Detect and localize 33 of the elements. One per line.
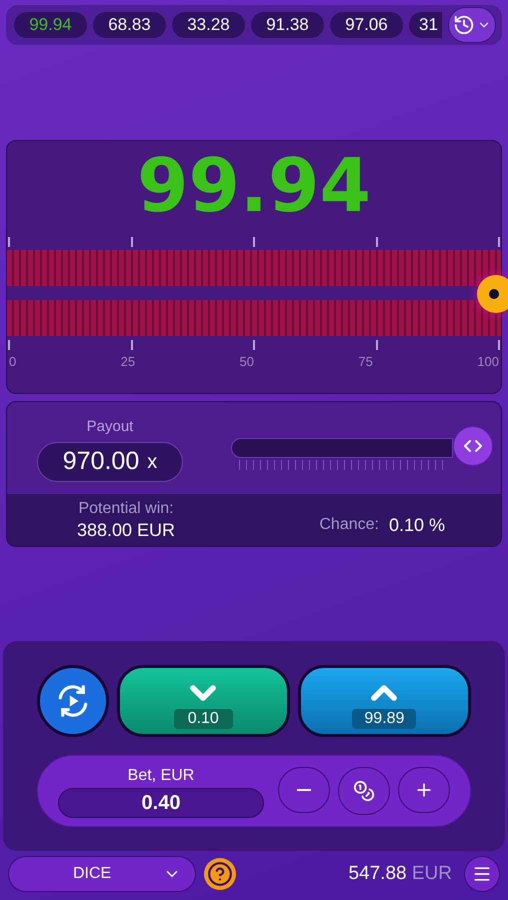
history-result: 68.83 xyxy=(93,12,166,38)
result-value: 99.94 xyxy=(136,149,372,223)
scale-label: 25 xyxy=(120,353,136,371)
history-result: 99.94 xyxy=(14,12,87,38)
history-result: 33.28 xyxy=(172,12,245,38)
potential-win-label: Potential win: xyxy=(78,498,174,519)
menu-button[interactable] xyxy=(464,856,500,892)
chance-label: Chance: xyxy=(319,515,379,535)
potential-win-value: 388.00 EUR xyxy=(77,518,176,542)
history-result: 91.38 xyxy=(251,12,324,38)
scale-label: 100 xyxy=(477,353,499,371)
history-dropdown-button[interactable] xyxy=(448,7,496,43)
scale-label: 50 xyxy=(240,353,254,371)
history-icon xyxy=(453,14,475,36)
help-icon xyxy=(207,861,233,887)
payout-field[interactable]: 970.00 x xyxy=(37,442,183,482)
scale-label: 0 xyxy=(9,353,16,371)
roll-under-button[interactable]: 0.10 xyxy=(116,665,290,737)
history-result: 31 xyxy=(409,12,442,38)
balance: 547.88 EUR xyxy=(348,862,452,886)
bet-amount-button[interactable] xyxy=(338,767,390,815)
chance-value: 0.10 % xyxy=(388,514,445,536)
bet-field[interactable]: 0.40 xyxy=(58,788,264,818)
history-result: 97.06 xyxy=(330,12,403,38)
payout-label: Payout xyxy=(86,417,134,437)
payout-slider-handle[interactable] xyxy=(453,426,493,466)
game-select-dropdown[interactable]: DICE xyxy=(8,856,196,892)
bet-label: Bet, EUR xyxy=(128,766,194,786)
help-button[interactable] xyxy=(204,858,236,890)
roll-over-button[interactable]: 99.89 xyxy=(298,665,472,737)
minus-icon xyxy=(297,789,311,791)
scale-label: 75 xyxy=(358,353,373,371)
increase-bet-button[interactable] xyxy=(398,767,450,813)
